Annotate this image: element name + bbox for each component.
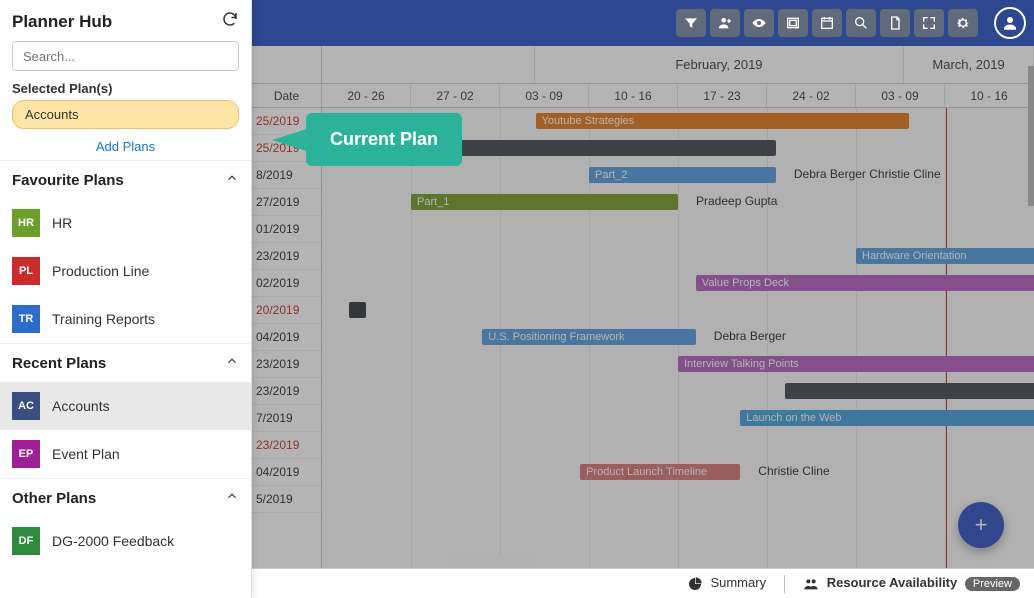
- eye-icon[interactable]: [744, 9, 774, 37]
- section-recent-label: Recent Plans: [12, 355, 106, 372]
- week-cell: 27 - 02: [411, 84, 500, 107]
- week-cell: 20 - 26: [322, 84, 411, 107]
- horizontal-scrollbar[interactable]: [452, 555, 532, 567]
- resource-availability-button[interactable]: Resource Availability Preview: [803, 575, 1020, 592]
- plan-label: HR: [52, 215, 72, 231]
- user-add-icon[interactable]: [710, 9, 740, 37]
- chevron-up-icon: [225, 489, 239, 507]
- plan-badge: TR: [12, 305, 40, 333]
- gantt-bar[interactable]: Part_2: [589, 167, 776, 183]
- plan-item-training-reports[interactable]: TR Training Reports: [0, 295, 251, 343]
- gantt-bar[interactable]: U.S. Positioning Framework: [482, 329, 696, 345]
- date-cell: 02/2019: [252, 270, 321, 297]
- gantt-bar[interactable]: Youtube Strategies: [536, 113, 910, 129]
- callout-current-plan: Current Plan: [306, 113, 462, 166]
- date-cell: 04/2019: [252, 324, 321, 351]
- plan-label: Event Plan: [52, 446, 120, 462]
- assignee-label: Debra Berger Christie Cline: [794, 167, 941, 181]
- plan-item-dg-2000-feedback[interactable]: DF DG-2000 Feedback: [0, 517, 251, 565]
- section-other-label: Other Plans: [12, 490, 96, 507]
- date-cell: 01/2019: [252, 216, 321, 243]
- week-cell: 03 - 09: [856, 84, 945, 107]
- plan-label: Training Reports: [52, 311, 155, 327]
- vertical-scrollbar[interactable]: [1028, 66, 1034, 206]
- gantt-body[interactable]: 25/201925/20198/201927/201901/201923/201…: [252, 108, 1034, 568]
- gantt-bar[interactable]: Product Launch Timeline: [580, 464, 740, 480]
- plan-item-event-plan[interactable]: EP Event Plan: [0, 430, 251, 478]
- gantt-chart[interactable]: Youtube Strategies Part_2 Debra Berger Chr…: [322, 108, 1034, 568]
- week-cell: 03 - 09: [500, 84, 589, 107]
- gantt-bar[interactable]: Part_1: [411, 194, 678, 210]
- section-other[interactable]: Other Plans: [0, 478, 251, 517]
- refresh-icon[interactable]: [221, 10, 239, 33]
- week-cell: 24 - 02: [767, 84, 856, 107]
- plan-item-production-line[interactable]: PL Production Line: [0, 247, 251, 295]
- search-input[interactable]: [12, 41, 239, 71]
- add-plans-link[interactable]: Add Plans: [12, 139, 239, 154]
- plan-badge: AC: [12, 392, 40, 420]
- sidebar: Planner Hub Selected Plan(s) Accounts Ad…: [0, 0, 252, 598]
- user-avatar[interactable]: [994, 7, 1026, 39]
- calendar-icon[interactable]: [812, 9, 842, 37]
- selected-plan-chip[interactable]: Accounts: [12, 100, 239, 129]
- document-icon[interactable]: [880, 9, 910, 37]
- chevron-up-icon: [225, 354, 239, 372]
- summary-button[interactable]: Summary: [687, 575, 766, 592]
- week-cell: 10 - 16: [945, 84, 1034, 107]
- expand-icon[interactable]: [914, 9, 944, 37]
- date-cell: 23/2019: [252, 378, 321, 405]
- search-input-wrap: [12, 41, 239, 71]
- gear-icon[interactable]: [948, 9, 978, 37]
- week-cell: 10 - 16: [589, 84, 678, 107]
- assignee-label: Debra Berger: [714, 329, 786, 343]
- date-cell: 04/2019: [252, 459, 321, 486]
- gantt-bar[interactable]: [785, 383, 1034, 399]
- date-column-header: Date: [252, 84, 322, 107]
- date-cell: 23/2019: [252, 243, 321, 270]
- section-recent[interactable]: Recent Plans: [0, 343, 251, 382]
- date-cell: 8/2019: [252, 162, 321, 189]
- gantt-bar[interactable]: Value Props Deck: [696, 275, 1034, 291]
- plan-badge: DF: [12, 527, 40, 555]
- date-cell: 27/2019: [252, 189, 321, 216]
- month-label: March, 2019: [904, 46, 1034, 83]
- date-cell: 23/2019: [252, 432, 321, 459]
- section-favourite-label: Favourite Plans: [12, 172, 124, 189]
- section-favourite[interactable]: Favourite Plans: [0, 160, 251, 199]
- plan-badge: EP: [12, 440, 40, 468]
- plan-badge: PL: [12, 257, 40, 285]
- gantt-bar[interactable]: Interview Talking Points: [678, 356, 1034, 372]
- months-header: February, 2019 March, 2019: [252, 46, 1034, 84]
- assignee-label: Christie Cline: [758, 464, 829, 478]
- add-fab[interactable]: +: [958, 502, 1004, 548]
- week-cell: 17 - 23: [678, 84, 767, 107]
- preview-badge: Preview: [965, 577, 1020, 591]
- plan-item-accounts[interactable]: AC Accounts: [0, 382, 251, 430]
- plan-item-hr[interactable]: HR HR: [0, 199, 251, 247]
- date-cell: 20/2019: [252, 297, 321, 324]
- date-cell: 5/2019: [252, 486, 321, 513]
- date-column: 25/201925/20198/201927/201901/201923/201…: [252, 108, 322, 568]
- plan-label: Production Line: [52, 263, 149, 279]
- chevron-up-icon: [225, 171, 239, 189]
- gantt-bar[interactable]: Hardware Orientation: [856, 248, 1034, 264]
- filter-icon[interactable]: [676, 9, 706, 37]
- gantt-bar[interactable]: [349, 302, 367, 318]
- bottom-bar: Summary Resource Availability Preview: [252, 568, 1034, 598]
- sidebar-title: Planner Hub: [12, 12, 112, 32]
- selected-plan-label: Selected Plan(s): [12, 81, 239, 96]
- plan-badge: HR: [12, 209, 40, 237]
- weeks-header: Date 20 - 2627 - 0203 - 0910 - 1617 - 23…: [252, 84, 1034, 108]
- date-cell: 7/2019: [252, 405, 321, 432]
- search-icon[interactable]: [846, 9, 876, 37]
- plan-label: DG-2000 Feedback: [52, 533, 174, 549]
- month-label: February, 2019: [535, 46, 904, 83]
- gantt-bar[interactable]: Launch on the Web: [740, 410, 1034, 426]
- today-marker: [946, 108, 947, 568]
- assignee-label: Pradeep Gupta: [696, 194, 777, 208]
- layout-icon[interactable]: [778, 9, 808, 37]
- plan-label: Accounts: [52, 398, 110, 414]
- date-cell: 23/2019: [252, 351, 321, 378]
